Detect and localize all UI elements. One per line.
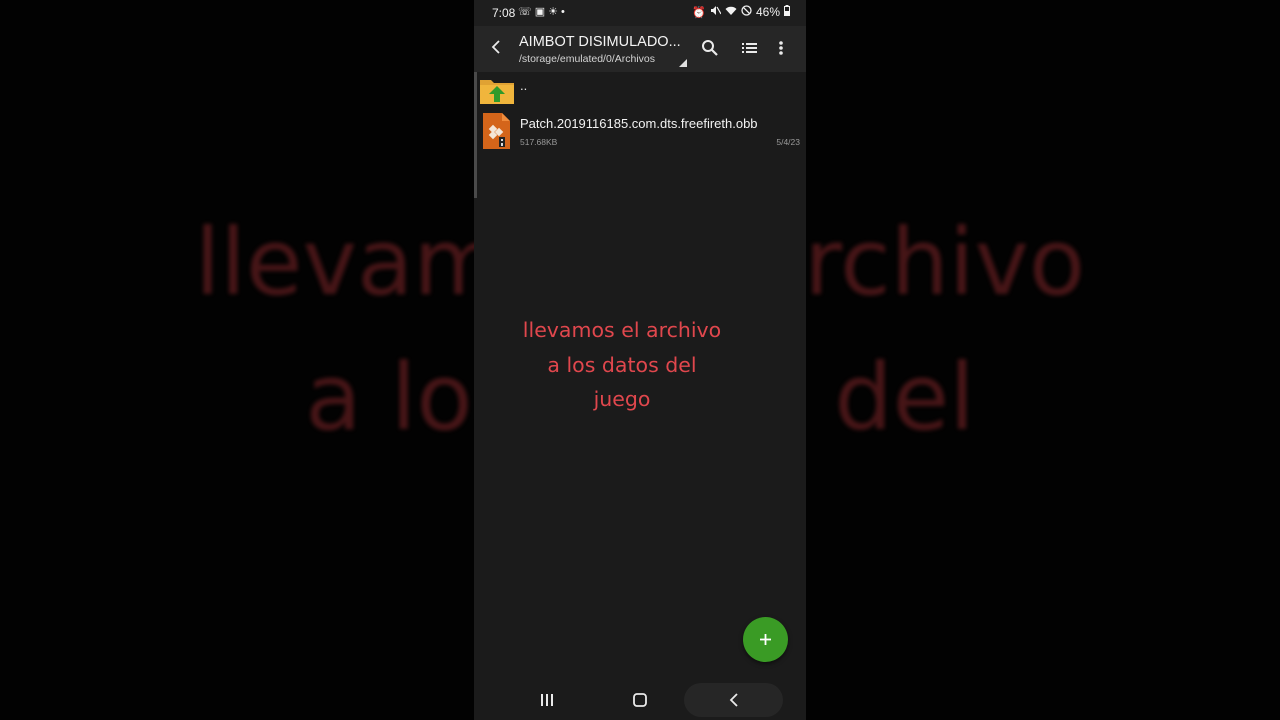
caption-line: llevamos el archivo — [522, 318, 722, 342]
folder-up-icon — [480, 80, 514, 104]
file-size: 517.68KB — [520, 137, 558, 147]
status-notification-icons: ☏▣☀• — [518, 5, 568, 18]
whatsapp-icon: ☏ — [518, 6, 535, 18]
wifi-icon — [725, 6, 737, 19]
search-button[interactable] — [700, 38, 720, 58]
list-view-icon — [742, 43, 757, 53]
file-name: Patch.2019116185.com.dts.freefireth.obb — [520, 116, 758, 131]
video-frame: llevamos el archivo a los datos del jueg… — [0, 0, 1280, 720]
back-button[interactable] — [486, 36, 508, 58]
back-arrow-icon — [491, 40, 500, 54]
plus-icon — [760, 634, 771, 645]
view-mode-button[interactable] — [740, 39, 760, 57]
weather-icon: ☀ — [548, 6, 562, 18]
more-options-button[interactable] — [772, 38, 790, 58]
status-time: 7:08 — [492, 6, 516, 20]
add-button[interactable] — [743, 617, 788, 662]
folder-path[interactable]: /storage/emulated/0/Archivos — [519, 53, 679, 65]
parent-folder-label: .. — [520, 78, 528, 93]
phone-screen: 7:08 ☏▣☀• ⏰ 46% AIMBOT DISIMULADO... /st… — [474, 0, 806, 720]
back-icon[interactable] — [728, 692, 740, 708]
more-vert-icon — [779, 41, 783, 55]
folder-title: AIMBOT DISIMULADO... — [519, 34, 681, 50]
recents-icon[interactable] — [539, 693, 555, 707]
file-date: 5/4/23 — [776, 137, 800, 147]
mute-icon — [710, 5, 722, 19]
list-item[interactable]: Patch.2019116185.com.dts.freefireth.obb … — [474, 110, 806, 154]
home-icon[interactable] — [633, 693, 647, 707]
battery-icon — [784, 5, 790, 19]
status-system-icons: ⏰ 46% — [692, 5, 790, 19]
battery-percent: 46% — [755, 5, 780, 19]
video-caption: llevamos el archivo a los datos del jueg… — [474, 313, 770, 417]
notification-dot-icon: • — [561, 6, 568, 18]
navigation-bar — [474, 680, 806, 720]
search-icon — [702, 40, 718, 56]
alarm-icon: ⏰ — [692, 6, 706, 19]
archive-file-icon — [483, 113, 510, 149]
screenshot-icon: ▣ — [534, 6, 549, 18]
parent-folder-row[interactable]: .. — [474, 72, 806, 108]
status-bar: 7:08 ☏▣☀• ⏰ 46% — [474, 0, 806, 26]
do-not-disturb-icon — [741, 5, 752, 19]
caption-line: juego — [593, 387, 651, 411]
caption-line: a los datos del — [547, 352, 697, 377]
path-dropdown-icon[interactable] — [679, 59, 687, 67]
app-bar: AIMBOT DISIMULADO... /storage/emulated/0… — [474, 26, 806, 72]
